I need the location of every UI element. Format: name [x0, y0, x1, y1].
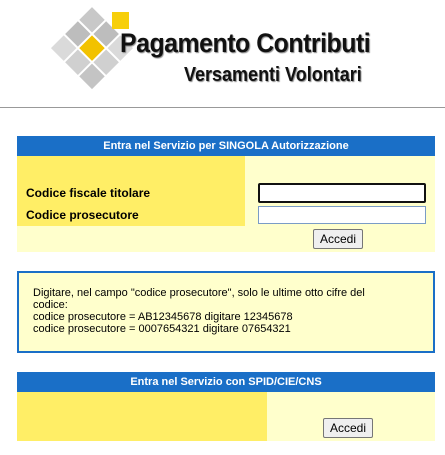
spid-panel: Entra nel Servizio con SPID/CIE/CNS Acce…: [17, 372, 435, 441]
info-line: Digitare, nel campo "codice prosecutore"…: [33, 287, 365, 299]
info-line: codice:: [33, 299, 68, 311]
panel-heading: Entra nel Servizio con SPID/CIE/CNS: [17, 372, 435, 392]
accedi-button[interactable]: Accedi: [313, 229, 364, 249]
singola-autorizzazione-panel: Entra nel Servizio per SINGOLA Autorizza…: [17, 136, 435, 252]
spacer-label-cell: [17, 416, 267, 441]
accedi-spid-button[interactable]: Accedi: [323, 418, 374, 438]
app-subtitle: Versamenti Volontari: [184, 64, 362, 86]
info-line: codice prosecutore = 0007654321 digitare…: [33, 323, 291, 335]
codice-prosecutore-label: Codice prosecutore: [17, 204, 245, 226]
spacer-label-cell: [17, 392, 267, 416]
info-line: codice prosecutore = AB12345678 digitare…: [33, 311, 293, 323]
spacer-row: [17, 156, 435, 182]
app-logo: Pagamento Contributi Versamenti Volontar…: [0, 0, 445, 100]
codice-prosecutore-row: Codice prosecutore: [17, 204, 435, 226]
panel-heading: Entra nel Servizio per SINGOLA Autorizza…: [17, 136, 435, 156]
submit-row: Accedi: [17, 416, 435, 441]
submit-row: Accedi: [17, 226, 435, 252]
codice-prosecutore-input[interactable]: [258, 206, 426, 224]
header-divider: [0, 107, 445, 108]
codice-fiscale-label: Codice fiscale titolare: [17, 182, 245, 204]
app-title: Pagamento Contributi: [120, 28, 371, 58]
codice-fiscale-row: Codice fiscale titolare: [17, 182, 435, 204]
codice-fiscale-input[interactable]: [258, 183, 426, 203]
logo-diamonds-icon: [50, 7, 134, 90]
spacer-row: [17, 392, 435, 416]
spacer-label-cell: [17, 156, 245, 182]
info-box: Digitare, nel campo "codice prosecutore"…: [17, 271, 435, 353]
